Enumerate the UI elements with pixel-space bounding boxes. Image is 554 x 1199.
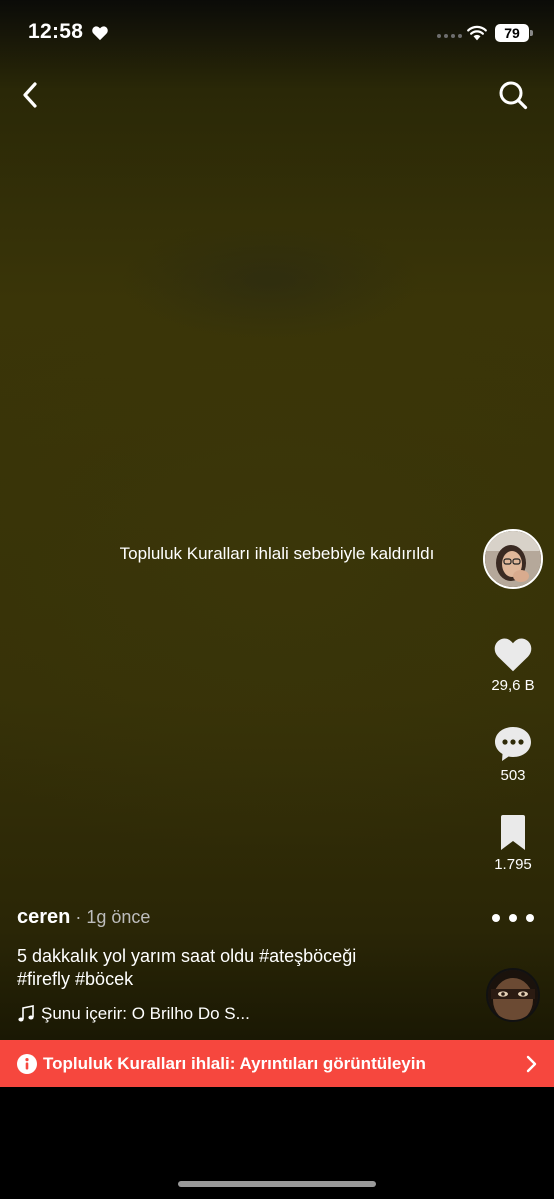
sound-cover-image <box>488 970 538 1020</box>
hashtag[interactable]: #firefly <box>17 969 70 989</box>
more-dot <box>526 914 534 922</box>
music-note-icon <box>18 1005 34 1022</box>
removed-notice: Topluluk Kuralları ihlali sebebiyle kald… <box>0 544 554 564</box>
more-dot <box>509 914 517 922</box>
comment-button[interactable]: 503 <box>483 725 543 784</box>
creator-avatar-image <box>485 531 541 587</box>
user-line: ceren · 1g önce <box>17 906 467 929</box>
wifi-icon <box>467 25 487 41</box>
video-player[interactable] <box>0 0 554 1040</box>
more-options-button[interactable] <box>492 906 534 930</box>
post-caption[interactable]: 5 dakkalık yol yarım saat oldu #ateşböce… <box>17 945 467 991</box>
bookmark-icon <box>501 815 525 850</box>
hashtag[interactable]: #ateşböceği <box>259 946 356 966</box>
cellular-signal-icon <box>437 34 462 38</box>
heart-icon <box>494 638 532 672</box>
battery-cap <box>530 30 533 36</box>
removed-notice-text: Topluluk Kuralları ihlali sebebiyle kald… <box>119 544 435 563</box>
violation-banner[interactable]: Topluluk Kuralları ihlali: Ayrıntıları g… <box>0 1040 554 1087</box>
chevron-right-icon <box>526 1055 537 1072</box>
sound-link[interactable]: Şunu içerir: O Brilho Do S... <box>17 1004 467 1024</box>
post-info: ceren · 1g önce 5 dakkalık yol yarım saa… <box>17 906 467 1024</box>
battery-indicator: 79 <box>495 24 529 42</box>
info-icon <box>17 1053 37 1074</box>
sound-name: Şunu içerir: O Brilho Do S... <box>41 1004 250 1023</box>
sound-disc[interactable] <box>486 968 540 1022</box>
hashtag[interactable]: #böcek <box>75 969 133 989</box>
comment-count: 503 <box>500 767 526 784</box>
home-indicator[interactable] <box>178 1181 376 1187</box>
more-dot <box>492 914 500 922</box>
back-arrow-icon <box>23 82 37 108</box>
save-button[interactable]: 1.795 <box>483 814 543 873</box>
search-button[interactable] <box>495 77 531 113</box>
like-count: 29,6 B <box>491 677 535 694</box>
like-button[interactable]: 29,6 B <box>483 635 543 694</box>
status-time: 12:58 <box>28 20 84 43</box>
post-time: · 1g önce <box>70 907 151 927</box>
status-bar: 12:58 79 <box>0 0 554 66</box>
heart-icon <box>92 26 108 41</box>
back-button[interactable] <box>14 78 48 112</box>
search-icon <box>499 81 528 110</box>
creator-avatar[interactable] <box>483 529 543 589</box>
caption-text: 5 dakkalık yol yarım saat oldu <box>17 946 260 966</box>
violation-banner-text: Topluluk Kuralları ihlali: Ayrıntıları g… <box>43 1053 426 1073</box>
save-count: 1.795 <box>494 856 532 873</box>
comment-icon <box>495 727 531 761</box>
username[interactable]: ceren <box>17 906 70 928</box>
